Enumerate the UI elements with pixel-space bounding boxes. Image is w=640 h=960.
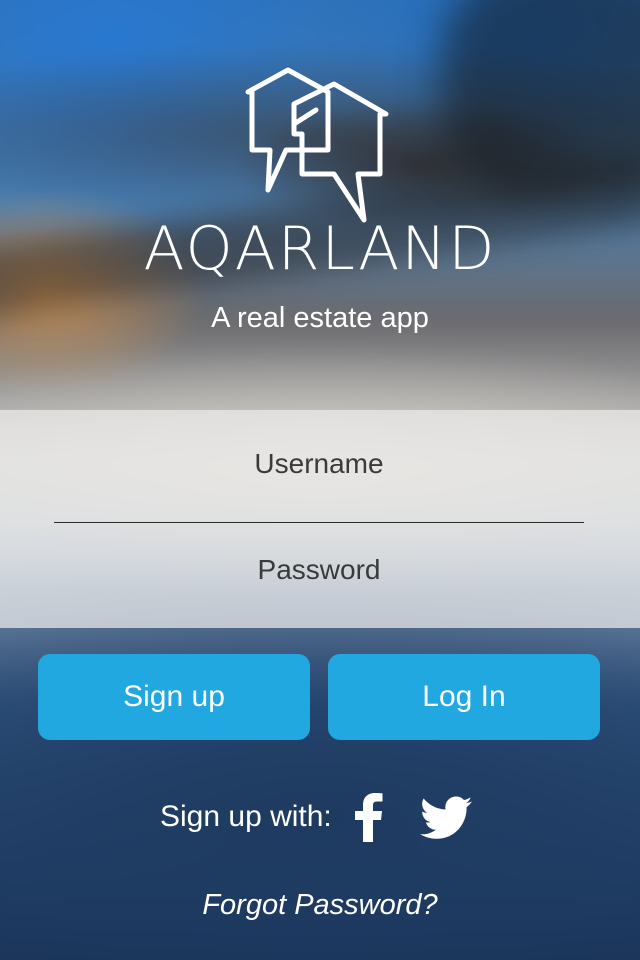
login-form [0, 410, 640, 628]
field-divider [54, 522, 584, 523]
login-screen: AQARLAND A real estate app Sign up Log I… [0, 0, 640, 960]
social-signup-label: Sign up with: [160, 800, 332, 833]
social-signup-row: Sign up with: [0, 788, 640, 848]
username-input[interactable] [54, 434, 584, 494]
password-input[interactable] [54, 540, 584, 600]
facebook-icon[interactable] [352, 792, 384, 842]
twitter-icon[interactable] [420, 796, 472, 840]
forgot-password-link[interactable]: Forgot Password? [0, 884, 640, 926]
app-name: AQARLAND [143, 214, 497, 284]
content: AQARLAND A real estate app Sign up Log I… [0, 0, 640, 960]
app-tagline: A real estate app [211, 302, 429, 334]
house-chat-logo-icon [245, 67, 389, 223]
login-button[interactable]: Log In [328, 654, 600, 740]
signup-button[interactable]: Sign up [38, 654, 310, 740]
